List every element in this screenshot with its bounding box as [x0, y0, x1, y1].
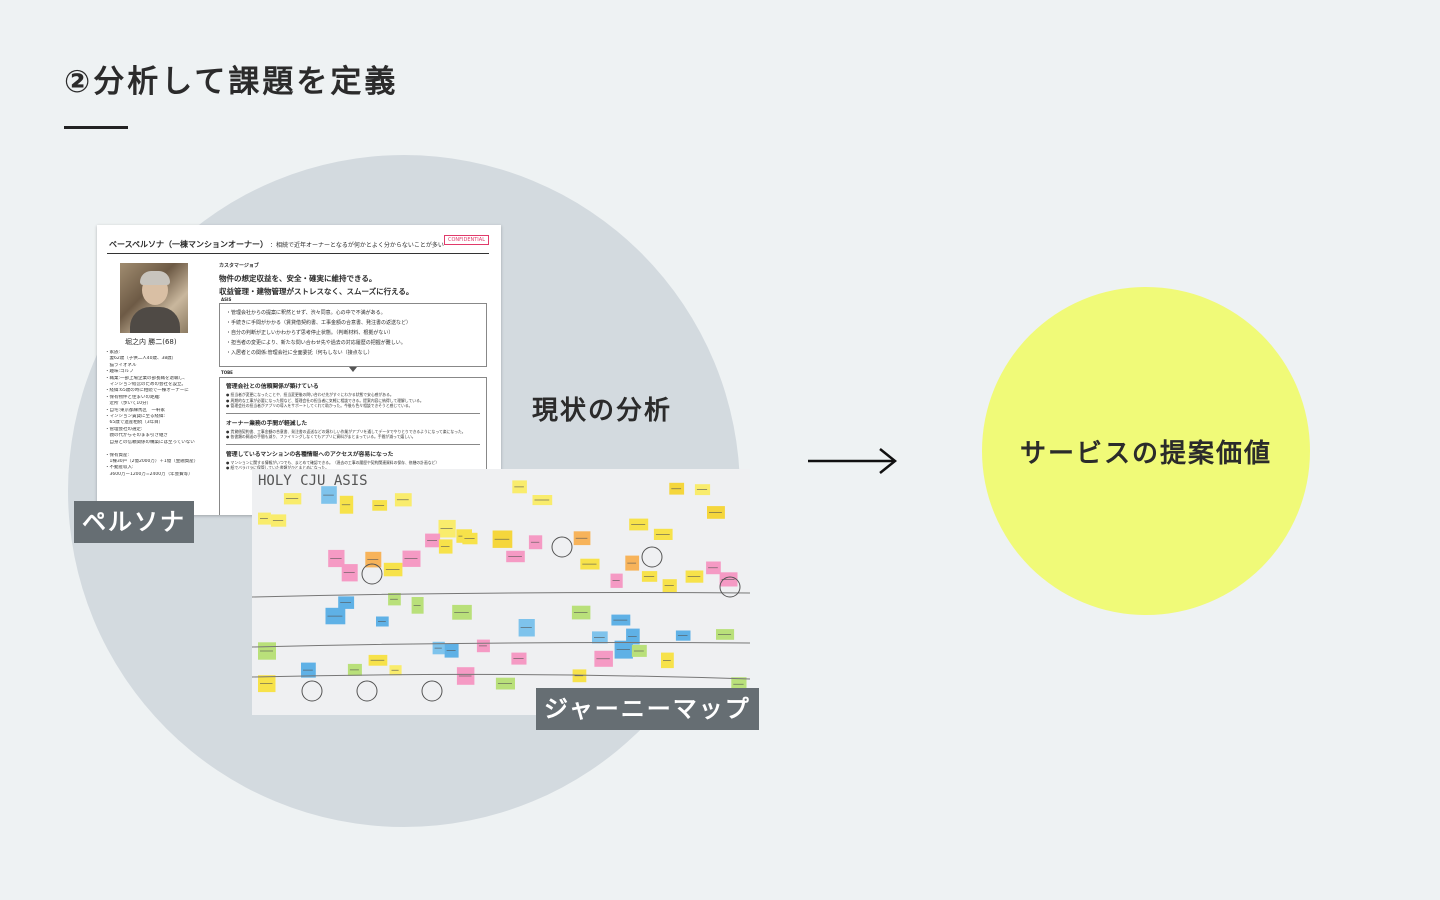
customer-job-goals: 物件の想定収益を、安全・確実に維持できる。 収益管理・建物管理がストレスなく、ス…: [219, 272, 413, 298]
asis-item: ・手続きに手間がかかる（賃貸借契約書、工事金額の合意書、発注書の返送など）: [226, 320, 412, 326]
right-arrow-icon: [808, 448, 898, 474]
persona-label: ペルソナ: [74, 501, 194, 543]
asis-list: ・管理会社からの提案に釈然とせず、渋々同意。心の中で不満がある。・手続きに手間が…: [220, 304, 486, 362]
tobe-heading: 管理しているマンションの各種情報へのアクセスが容易になった: [226, 451, 394, 458]
persona-doc-header: ベースペルソナ（一棟マンションオーナー） ：相続で近年オーナーとなるが何かとよく分…: [109, 239, 444, 250]
journey-map-photo: HOLY CJU ASIS: [252, 469, 750, 715]
persona-doc-title: ベースペルソナ（一棟マンションオーナー）: [109, 240, 265, 249]
goal-line: 収益管理・建物管理がストレスなく、スムーズに行える。: [219, 287, 414, 296]
persona-name: 堀之内 勝二(68): [125, 338, 177, 346]
value-proposition-text: サービスの提案価値: [1019, 438, 1272, 469]
asis-label: ASIS: [221, 297, 232, 302]
page-title: ②分析して課題を定義: [64, 64, 399, 100]
journey-map-whiteboard: HOLY CJU ASIS: [252, 469, 750, 715]
portrait-hair: [140, 271, 170, 285]
handwritten-header: HOLY CJU ASIS: [258, 473, 368, 489]
tobe-heading: 管理会社との信頼関係が築けている: [226, 384, 319, 390]
asis-item: ・管理会社からの提案に釈然とせず、渋々同意。心の中で不満がある。: [226, 310, 386, 316]
persona-doc-subtitle: ：相続で近年オーナーとなるが何かとよく分からないことが多い: [270, 242, 444, 249]
tobe-heading: オーナー業務の手間が軽減した: [226, 420, 308, 427]
tobe-line: ● 各書類の郵送の手間も減り、ファイリングしなくてもアプリに資料がまとまっている…: [226, 434, 416, 439]
goal-line: 物件の想定収益を、安全・確実に維持できる。: [219, 274, 377, 283]
asis-to-tobe-arrow-icon: [349, 367, 357, 372]
journey-map-label: ジャーニーマップ: [536, 688, 759, 730]
profile-item: 3600万ー1200万=2400万（年会費等）: [105, 471, 193, 477]
portrait-shirt: [130, 307, 180, 333]
persona-profile-list: ・家族: 妻62歳（子供二人40歳、38歳） 猫ライオネル ・趣味:ゴルフ ・職業:…: [105, 350, 211, 478]
customer-job-label: カスタマージョブ: [219, 263, 259, 269]
asis-item: ・入居者との関係:管理会社に全面委託（何もしない（接点なし）: [226, 350, 373, 356]
asis-item: ・自分の判断が正しいかわからず思考停止状態。（判断材料、根拠がない）: [226, 330, 394, 336]
confidential-stamp: CONFIDENTIAL: [443, 235, 489, 245]
asis-item: ・担当者の変更により、新たな問い合わせ先や過去の対応履歴の把握が難しい。: [226, 340, 406, 346]
tobe-label: TOBE: [221, 370, 233, 375]
tobe-separator: [226, 412, 480, 414]
asis-box: ・管理会社からの提案に釈然とせず、渋々同意。心の中で不満がある。・手続きに手間が…: [219, 303, 487, 367]
current-analysis-heading: 現状の分析: [532, 396, 673, 426]
persona-portrait-photo: [120, 263, 188, 333]
title-underline: [64, 126, 128, 129]
value-proposition-circle: サービスの提案価値: [982, 287, 1310, 615]
tobe-line: ● 管理会社の担当者がアプリの導入をサポートしてくれて助かった。今後も色々相談で…: [226, 403, 413, 408]
persona-doc-divider: [107, 253, 489, 254]
tobe-separator: [226, 443, 480, 445]
